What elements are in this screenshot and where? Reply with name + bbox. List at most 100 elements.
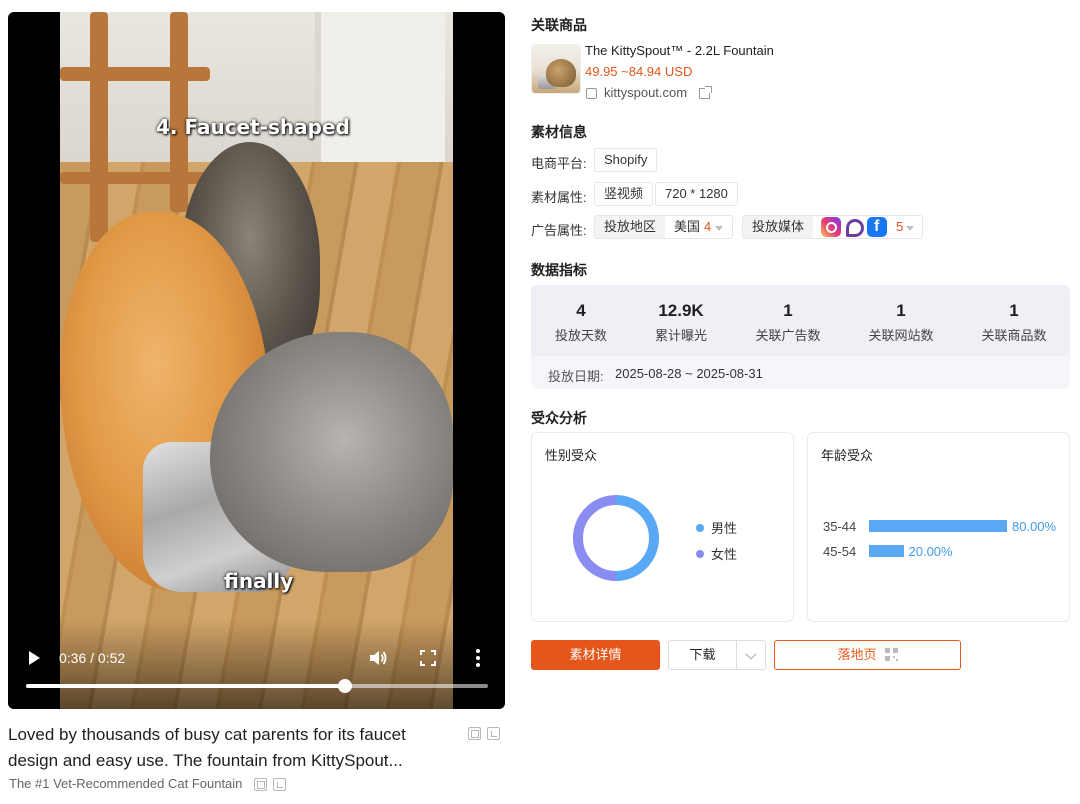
product-domain[interactable]: kittyspout.com: [604, 85, 687, 100]
metric-products: 1 关联商品数: [964, 301, 1064, 344]
metric-label: 关联广告数: [755, 328, 821, 343]
more-options-icon[interactable]: [474, 648, 482, 668]
region-selector[interactable]: 投放地区 美国 4: [594, 215, 734, 239]
video-caption-top: 4. Faucet-shaped: [156, 115, 350, 139]
copy-icon[interactable]: [468, 727, 481, 740]
ad-subtitle: The #1 Vet-Recommended Cat Fountain: [9, 776, 243, 791]
metric-value: 1: [1009, 301, 1019, 320]
age-percent: 80.00%: [1012, 519, 1057, 534]
age-bar: [869, 545, 904, 557]
legend-dot: [696, 523, 704, 532]
metric-label: 投放天数: [554, 328, 607, 343]
legend-label: 女性: [711, 547, 738, 562]
video-progress-fill: [26, 684, 345, 688]
media-label: 投放媒体: [743, 216, 814, 238]
region-count: 4: [704, 219, 712, 234]
download-button[interactable]: 下载: [668, 640, 737, 670]
donut-slice-male: [615, 495, 659, 581]
download-options-button[interactable]: [737, 640, 766, 670]
section-title-metrics: 数据指标: [531, 262, 587, 278]
translate-icon[interactable]: [487, 727, 500, 740]
landing-page-button[interactable]: 落地页: [774, 640, 961, 670]
description-actions: [468, 727, 500, 740]
product-price: 49.95 ~84.94 USD: [585, 64, 693, 79]
media-selector[interactable]: 投放媒体 5: [742, 215, 924, 239]
format-chip: 竖视频: [594, 182, 654, 206]
video-progress-handle[interactable]: [337, 679, 352, 693]
gender-card: 性别受众 男性 女性: [531, 432, 794, 622]
volume-icon[interactable]: [368, 648, 388, 668]
chevron-down-icon: [745, 648, 757, 660]
caret-down-icon: [906, 225, 915, 231]
video-caption-bottom: finally: [224, 569, 294, 593]
metrics-panel: 4 投放天数 12.9K 累计曝光 1 关联广告数 1 关联网站数 1 关联商品…: [531, 285, 1070, 389]
gender-donut-chart: [573, 495, 659, 581]
translate-icon[interactable]: [273, 778, 286, 791]
resolution-chip: 720 * 1280: [655, 182, 738, 206]
video-player[interactable]: 4. Faucet-shaped finally 0:36 / 0:52: [8, 12, 505, 709]
legend-label: 男性: [711, 521, 738, 536]
subtitle-actions: [254, 778, 286, 791]
date-range: 2025-08-28 ~ 2025-08-31: [615, 366, 763, 381]
age-percent: 20.00%: [908, 544, 953, 559]
messenger-icon: [844, 217, 865, 237]
material-detail-button[interactable]: 素材详情: [531, 640, 660, 670]
region-name: 美国: [674, 219, 701, 234]
age-label: 35-44: [823, 519, 857, 534]
platform-label: 电商平台:: [531, 156, 587, 171]
age-title: 年龄受众: [821, 448, 874, 463]
external-link-icon[interactable]: [699, 86, 712, 99]
region-label: 投放地区: [595, 216, 666, 238]
section-title-product: 关联商品: [531, 17, 587, 33]
stool-leg: [90, 12, 108, 242]
metric-sites: 1 关联网站数: [851, 301, 951, 344]
metric-label: 累计曝光: [654, 328, 707, 343]
metric-days: 4 投放天数: [531, 301, 631, 344]
video-time: 0:36 / 0:52: [59, 650, 126, 666]
caret-down-icon: [715, 225, 724, 231]
platform-chip: Shopify: [594, 148, 658, 172]
metric-value: 1: [783, 301, 793, 320]
video-progress-bar[interactable]: [26, 679, 488, 693]
age-bar: [869, 520, 1007, 532]
stool-rung: [60, 172, 210, 184]
media-value[interactable]: 5: [813, 216, 922, 238]
metric-label: 关联商品数: [981, 328, 1047, 343]
instagram-icon: [821, 217, 842, 237]
legend-male: 男性: [696, 518, 737, 537]
age-card: 年龄受众 35-44 80.00% 45-54 20.00%: [807, 432, 1070, 622]
play-icon[interactable]: [26, 650, 42, 666]
donut-slice-female: [573, 495, 617, 581]
region-value[interactable]: 美国 4: [665, 216, 732, 238]
metric-value: 1: [896, 301, 906, 320]
ad-description: Loved by thousands of busy cat parents f…: [8, 725, 406, 770]
store-icon: [586, 88, 597, 99]
landing-page-label: 落地页: [837, 647, 877, 662]
stool-rung: [60, 67, 210, 81]
section-title-material: 素材信息: [531, 124, 587, 140]
metric-value: 12.9K: [658, 301, 704, 320]
metric-impressions: 12.9K 累计曝光: [631, 301, 731, 344]
fullscreen-icon[interactable]: [420, 650, 436, 666]
attr-label: 素材属性:: [531, 190, 587, 205]
grey-cat: [210, 332, 453, 572]
metric-value: 4: [576, 301, 586, 320]
metrics-summary: 4 投放天数 12.9K 累计曝光 1 关联广告数 1 关联网站数 1 关联商品…: [531, 285, 1070, 356]
legend-dot: [696, 549, 704, 558]
thumbnail-cat: [546, 59, 576, 87]
section-title-audience: 受众分析: [531, 410, 587, 426]
ad-attr-label: 广告属性:: [531, 223, 587, 238]
gender-title: 性别受众: [545, 448, 598, 463]
video-frame: 4. Faucet-shaped finally: [60, 12, 453, 709]
age-label: 45-54: [823, 544, 857, 559]
date-label: 投放日期:: [548, 369, 604, 384]
qr-code-icon: [884, 648, 898, 661]
metric-ads: 1 关联广告数: [738, 301, 838, 344]
facebook-icon: [867, 217, 888, 237]
media-count: 5: [896, 219, 904, 234]
metric-label: 关联网站数: [868, 328, 934, 343]
product-thumbnail[interactable]: [531, 44, 581, 94]
legend-female: 女性: [696, 544, 737, 563]
product-name[interactable]: The KittySpout™ - 2.2L Fountain: [585, 43, 774, 58]
copy-icon[interactable]: [254, 778, 267, 791]
